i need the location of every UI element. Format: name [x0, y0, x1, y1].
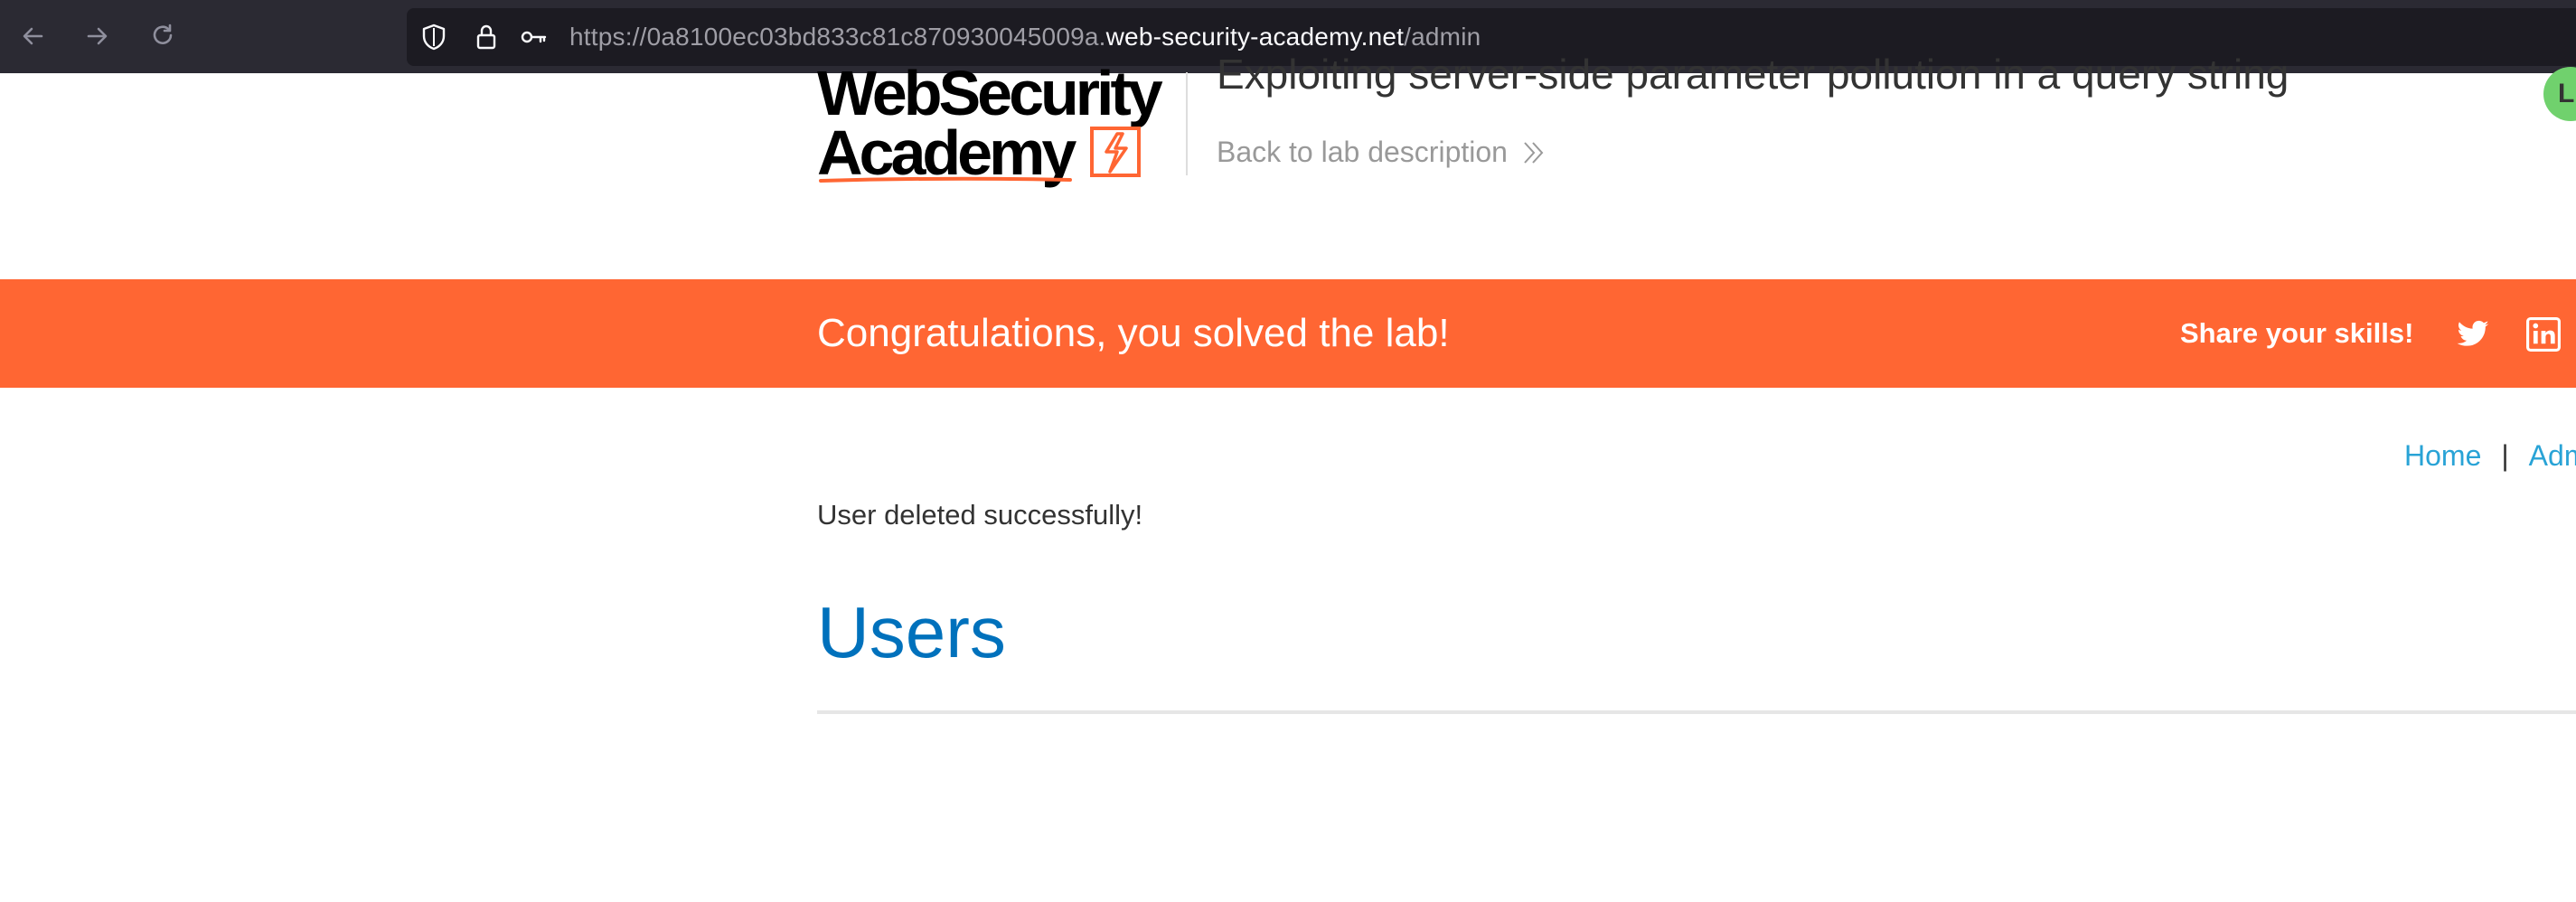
back-to-lab-link[interactable]: Back to lab description	[1217, 136, 1547, 169]
header-divider	[1186, 72, 1188, 175]
double-chevron-right-icon	[1524, 141, 1544, 164]
lock-icon[interactable]	[472, 23, 501, 52]
url-prefix: https://0a8100ec03bd833c81c870930045009a…	[569, 23, 1106, 51]
back-link-label: Back to lab description	[1217, 136, 1508, 168]
linkedin-icon[interactable]	[2525, 317, 2562, 352]
success-notice: User deleted successfully!	[817, 499, 1143, 531]
web-security-academy-logo[interactable]: WebSecurity Academy	[817, 58, 1163, 193]
lightning-bolt-icon	[1090, 127, 1141, 177]
shield-icon[interactable]	[419, 23, 448, 52]
lab-title: Exploiting server-side parameter polluti…	[1217, 51, 2289, 98]
twitter-icon[interactable]	[2455, 317, 2491, 352]
section-divider	[817, 710, 2576, 714]
solved-message: Congratulations, you solved the lab!	[817, 311, 1450, 355]
forward-arrow-icon[interactable]	[81, 20, 114, 52]
reload-icon[interactable]	[146, 20, 179, 52]
url-path: /admin	[1404, 23, 1481, 51]
admin-panel-link[interactable]: Adm	[2529, 439, 2576, 473]
users-heading: Users	[817, 592, 1006, 672]
key-icon[interactable]	[519, 23, 548, 52]
lab-status-badge[interactable]: L	[2543, 67, 2576, 121]
back-arrow-icon[interactable]	[16, 20, 49, 52]
logo-underline	[819, 176, 1072, 183]
solved-banner: Congratulations, you solved the lab! Sha…	[0, 279, 2576, 388]
top-nav-links: Home | Adm	[2404, 439, 2576, 473]
url-domain: web-security-academy.net	[1105, 23, 1405, 51]
nav-separator: |	[2501, 439, 2509, 472]
share-label: Share your skills!	[2180, 317, 2414, 349]
logo-line1: WebSecurity	[817, 58, 1163, 128]
home-link[interactable]: Home	[2404, 439, 2481, 473]
